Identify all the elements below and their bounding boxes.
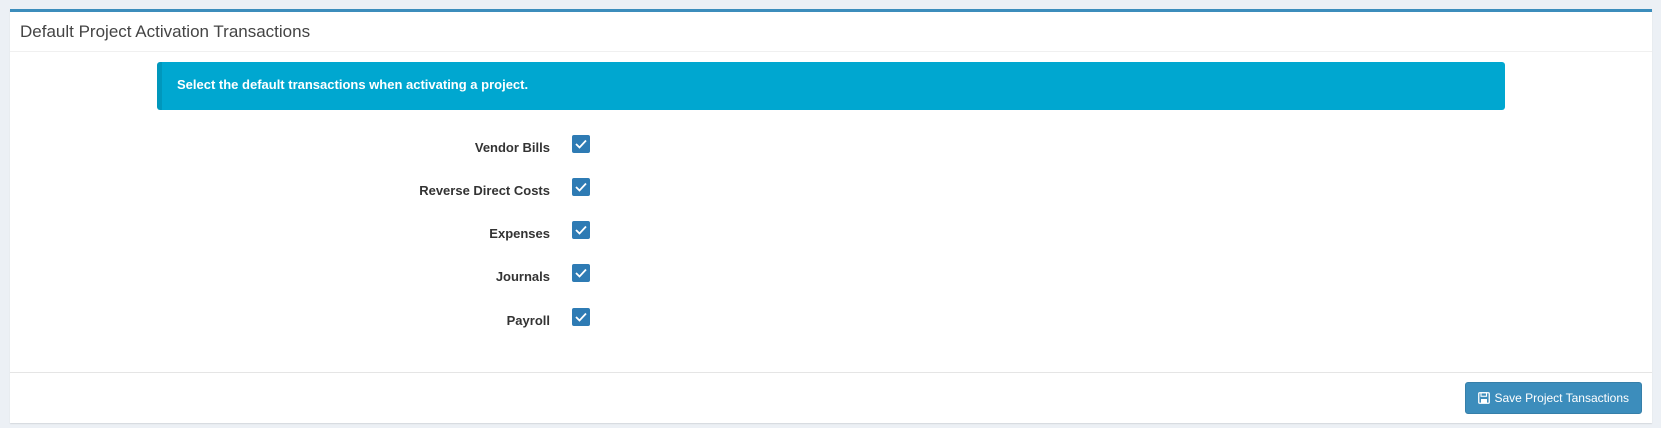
checkmark-icon [575, 312, 587, 322]
checkmark-icon [575, 139, 587, 149]
option-label: Vendor Bills [474, 140, 550, 155]
option-row-expenses: Expenses [10, 221, 710, 247]
expenses-checkbox[interactable] [572, 221, 590, 239]
option-row-reverse-direct-costs: Reverse Direct Costs [10, 178, 710, 204]
save-project-transactions-button[interactable]: Save Project Tansactions [1465, 382, 1642, 414]
reverse-direct-costs-checkbox[interactable] [572, 178, 590, 196]
option-row-vendor-bills: Vendor Bills [10, 135, 710, 161]
option-label: Journals [495, 269, 550, 284]
option-row-payroll: Payroll [10, 308, 710, 334]
option-label: Payroll [506, 313, 550, 328]
save-button-label: Save Project Tansactions [1494, 391, 1629, 405]
panel-header: Default Project Activation Transactions [10, 12, 1652, 52]
info-callout: Select the default transactions when act… [157, 62, 1505, 110]
option-row-journals: Journals [10, 264, 710, 290]
checkmark-icon [575, 182, 587, 192]
vendor-bills-checkbox[interactable] [572, 135, 590, 153]
payroll-checkbox[interactable] [572, 308, 590, 326]
option-label: Expenses [489, 226, 550, 241]
project-activation-panel: Default Project Activation Transactions … [10, 9, 1652, 423]
panel-footer: Save Project Tansactions [10, 372, 1652, 423]
panel-title: Default Project Activation Transactions [20, 22, 311, 41]
floppy-disk-icon [1478, 392, 1491, 404]
journals-checkbox[interactable] [572, 264, 590, 282]
callout-text: Select the default transactions when act… [177, 77, 529, 92]
option-label: Reverse Direct Costs [419, 183, 550, 198]
checkmark-icon [575, 225, 587, 235]
checkmark-icon [575, 268, 587, 278]
